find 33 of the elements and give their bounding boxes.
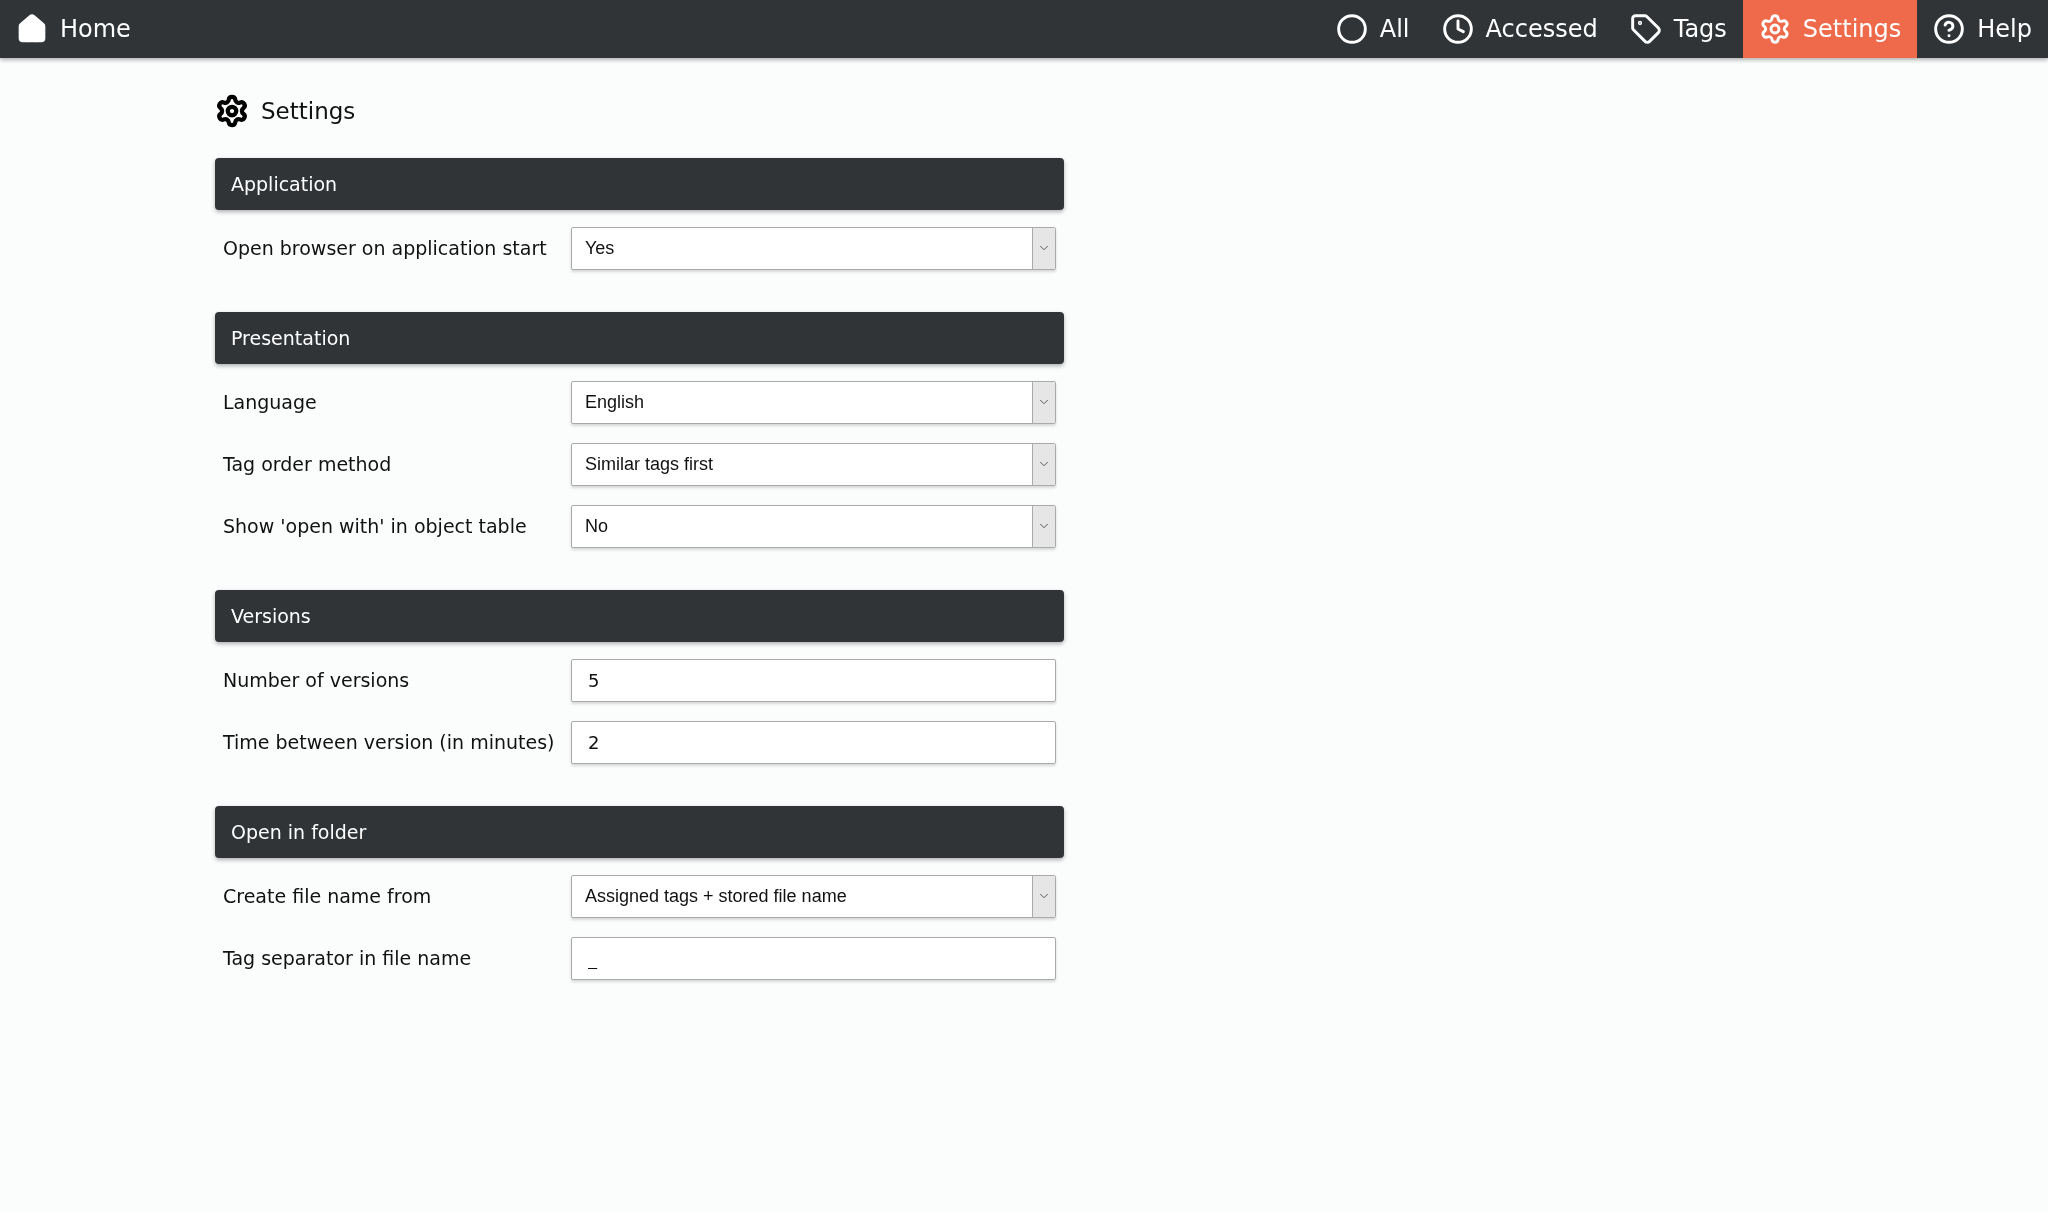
- field-label: Language: [223, 391, 318, 413]
- input-field[interactable]: 2: [571, 720, 1056, 764]
- nav-link[interactable]: All: [1319, 0, 1426, 58]
- nav-link[interactable]: Help: [1917, 0, 2048, 58]
- field-label: Number of versions: [223, 669, 411, 691]
- settings-icon: [1758, 13, 1791, 45]
- home-link[interactable]: Home: [0, 0, 147, 58]
- input-field[interactable]: _: [571, 936, 1056, 980]
- section-header: Application: [215, 158, 1064, 210]
- field-label: Open browser on application start: [223, 237, 548, 259]
- field-label: Tag order method: [223, 453, 393, 475]
- nav-link[interactable]: Accessed: [1425, 0, 1614, 58]
- section-header: Versions: [215, 590, 1064, 642]
- clock-icon: [1441, 13, 1474, 45]
- dropdown[interactable]: No: [571, 504, 1056, 548]
- dropdown[interactable]: Assigned tags + stored file name: [571, 874, 1056, 918]
- home-icon: [16, 13, 48, 45]
- dropdown[interactable]: Similar tags first: [571, 442, 1056, 486]
- nav-link[interactable]: Tags: [1613, 0, 1743, 58]
- section-header: Open in folder: [215, 806, 1064, 858]
- help-icon: [1933, 13, 1966, 45]
- field-label: Show 'open with' in object table: [223, 515, 528, 537]
- tag-icon: [1629, 13, 1662, 45]
- field-label: Tag separator in file name: [223, 947, 473, 969]
- page-title: Settings: [261, 98, 356, 124]
- dropdown[interactable]: English: [571, 380, 1056, 424]
- dropdown[interactable]: Yes: [571, 226, 1056, 270]
- circle-icon: [1335, 13, 1368, 45]
- field-label: Time between version (in minutes): [223, 731, 556, 753]
- section-header: Presentation: [215, 312, 1064, 364]
- settings-icon: [215, 94, 249, 128]
- field-label: Create file name from: [223, 885, 433, 907]
- input-field[interactable]: 5: [571, 658, 1056, 702]
